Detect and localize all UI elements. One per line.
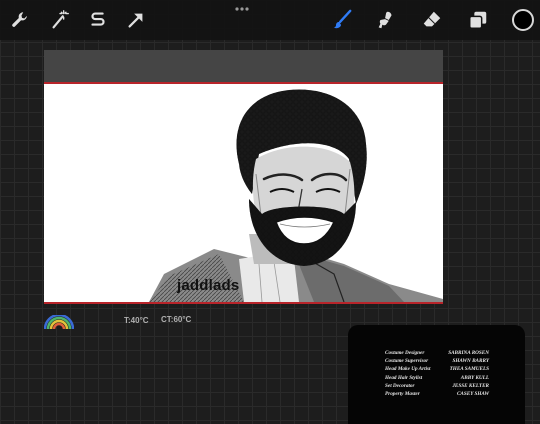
brush-icon[interactable] bbox=[330, 8, 354, 32]
credit-name: CASEY SHAW bbox=[456, 391, 489, 397]
wrench-icon[interactable] bbox=[8, 8, 32, 32]
top-toolbar bbox=[0, 0, 540, 40]
credit-name: ABBY KULL bbox=[460, 375, 489, 381]
temperature-readout: T:40°C bbox=[124, 316, 149, 325]
credit-role: Costume Designer bbox=[385, 350, 425, 356]
eraser-icon[interactable] bbox=[420, 8, 444, 32]
credit-row: Costume Designer SABRINA ROSEN bbox=[348, 350, 525, 358]
canvas-frame: jaddlads bbox=[44, 50, 443, 304]
selection-s-icon[interactable] bbox=[86, 8, 110, 32]
magic-wand-icon[interactable] bbox=[48, 8, 72, 32]
credit-name: JESSE KELTER bbox=[452, 383, 489, 389]
color-temperature-readout: CT:60°C bbox=[161, 315, 192, 324]
transform-arrow-icon[interactable] bbox=[124, 8, 148, 32]
credit-row: Property Master CASEY SHAW bbox=[348, 391, 525, 399]
credit-role: Costume Supervisor bbox=[385, 358, 429, 364]
procreate-workspace: jaddlads T:40°C CT:60°C Costume Designer… bbox=[0, 0, 540, 424]
credit-name: THEA SAMUELS bbox=[449, 366, 489, 372]
layers-icon[interactable] bbox=[466, 8, 490, 32]
credit-role: Head Make Up Artist bbox=[385, 366, 431, 372]
color-swatch[interactable] bbox=[512, 9, 534, 31]
credit-name: SABRINA ROSEN bbox=[448, 350, 489, 356]
credit-role: Head Hair Stylist bbox=[385, 375, 423, 381]
credit-row: Set Decorator JESSE KELTER bbox=[348, 383, 525, 391]
credit-row: Head Hair Stylist ABBY KULL bbox=[348, 375, 525, 383]
credits-panel: Costume Designer SABRINA ROSEN Costume S… bbox=[348, 325, 525, 424]
credit-row: Head Make Up Artist THEA SAMUELS bbox=[348, 366, 525, 374]
credit-role: Property Master bbox=[385, 391, 420, 397]
portrait-drawing bbox=[149, 89, 443, 302]
canvas-caption: jaddlads bbox=[177, 277, 240, 294]
rainbow-gauge-icon bbox=[44, 315, 74, 329]
artwork-canvas[interactable]: jaddlads bbox=[44, 82, 443, 304]
credit-role: Set Decorator bbox=[385, 383, 415, 389]
credit-name: SHAWN BARRY bbox=[452, 358, 489, 364]
more-dots-icon[interactable] bbox=[232, 4, 252, 14]
smudge-icon[interactable] bbox=[374, 8, 398, 32]
credit-row: Costume Supervisor SHAWN BARRY bbox=[348, 358, 525, 366]
canvas-top-bar bbox=[44, 50, 443, 82]
